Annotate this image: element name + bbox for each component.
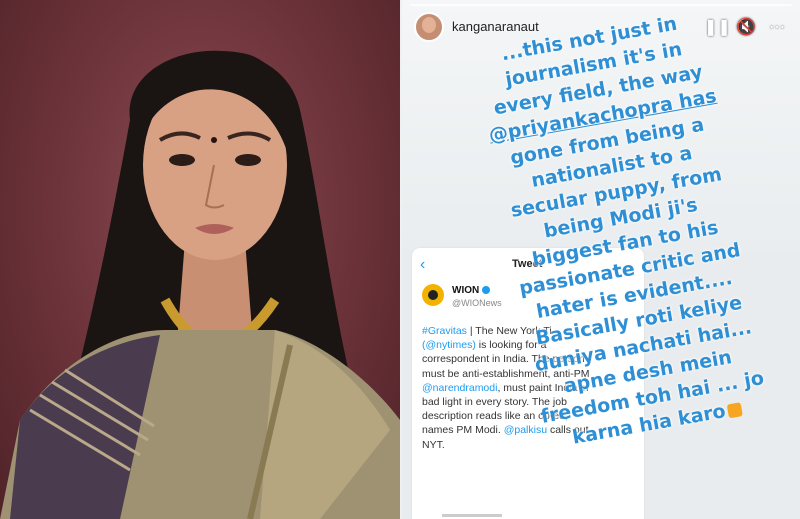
instagram-story: kanganaranaut ❚❚ 🔇 ⋯ ‹ Tweet WION @WIONe… [402, 0, 800, 519]
tweet-bottom-divider [442, 514, 502, 517]
username[interactable]: kanganaranaut [452, 19, 539, 34]
back-arrow-icon[interactable]: ‹ [420, 256, 425, 274]
tweet-text: NYT. [422, 438, 445, 451]
portrait-photo [0, 0, 400, 519]
portrait-illustration [0, 50, 400, 519]
avatar[interactable] [414, 12, 444, 42]
fire-emoji-icon [726, 401, 743, 418]
wion-logo-icon [422, 284, 444, 306]
